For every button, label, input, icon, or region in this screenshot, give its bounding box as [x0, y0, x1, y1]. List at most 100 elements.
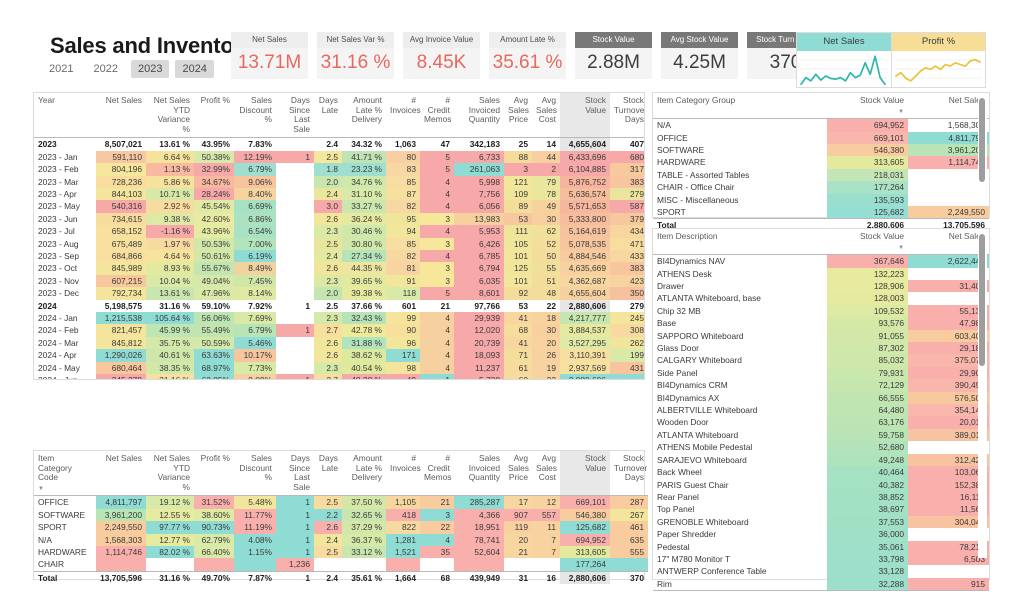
table-row[interactable]: SOFTWARE 3,961,200 12.55 % 38.60% 11.77% 1 2.2…: [34, 508, 648, 522]
table-row[interactable]: 2023 - Aug 675,489 1.97 % 50.53% 7.00% 2.5 30.…: [34, 237, 644, 251]
table-row[interactable]: 2023 - Jun 734,615 9.38 % 42.60% 6.86% 2.6 36.…: [34, 212, 644, 226]
table-row[interactable]: 2024 - Jun345,27931.16 %62.85%9.09%12.74…: [34, 374, 644, 379]
column-header[interactable]: Avg Sales Cost: [532, 451, 560, 496]
column-header[interactable]: # Invoices: [386, 451, 421, 496]
column-header[interactable]: Avg Sales Price: [504, 451, 532, 496]
table-row[interactable]: 2023 - Nov 607,215 10.04 % 49.04% 7.45% 2.3 39…: [34, 274, 644, 288]
column-header[interactable]: Days Since Last Sale: [276, 93, 314, 138]
table-row[interactable]: 2023 - Feb 804,196 1.13 % 32.99% 6.79% 1.8 23.…: [34, 163, 644, 176]
column-header[interactable]: Days Since Last Sale: [276, 451, 314, 496]
column-header[interactable]: Stock Value: [560, 451, 610, 496]
column-header[interactable]: Sales Invoiced Quantity: [454, 451, 504, 496]
column-header[interactable]: Stock Value ▼: [827, 229, 908, 255]
column-header[interactable]: Amount Late % Delivery: [342, 451, 386, 496]
list-item[interactable]: ATHENS Mobile Pedestal 52,680: [653, 441, 989, 454]
column-header[interactable]: Sales Discount%: [234, 451, 276, 496]
column-header[interactable]: Sales Invoiced Quantity: [454, 93, 504, 138]
table-row[interactable]: OFFICE 4,811,797 19.12 % 31.52% 5.48% 1 2.5 37.…: [34, 495, 648, 509]
column-header[interactable]: Item Description: [653, 229, 827, 255]
list-item[interactable]: CALGARY Whiteboard 85,032 375,079: [653, 354, 989, 367]
table-row[interactable]: 2023 8,507,021 13.61 % 43.95% 7.83% 2.4 34.32 …: [34, 137, 644, 151]
table-row[interactable]: 2023 - Apr 844,103 10.71 % 28.24% 8.40% 2.4 31…: [34, 188, 644, 201]
column-header[interactable]: Net Sales: [96, 93, 146, 138]
column-header[interactable]: Net Sales: [908, 93, 989, 119]
table-row[interactable]: CHAIR 1,236 177,264: [34, 558, 648, 572]
table-row[interactable]: 2023 - Mar 728,236 5.86 % 34.67% 9.06% 2.0 34.…: [34, 175, 644, 188]
list-item[interactable]: BI4Dynamics AX 66,555 576,501: [653, 391, 989, 405]
column-header[interactable]: Stock Value ▼: [827, 93, 908, 119]
year-filter-2022[interactable]: 2022: [86, 60, 124, 78]
table-row[interactable]: SPORT 2,249,550 97.77 % 90.73% 11.19% 1 2.6 37.…: [34, 521, 648, 534]
list-item[interactable]: ANTWERP Conference Table 33,128: [653, 565, 989, 578]
column-header[interactable]: Stock Value: [560, 93, 610, 138]
column-header[interactable]: Year: [34, 93, 96, 138]
list-item[interactable]: Drawer 128,906 31,400: [653, 280, 989, 293]
list-item[interactable]: BI4Dynamics CRM 72,129 390,493: [653, 379, 989, 392]
year-filter-2023[interactable]: 2023: [130, 60, 170, 78]
list-item[interactable]: MISC - Miscellaneous 135,593: [653, 193, 989, 207]
list-item[interactable]: SPORT 125,682 2,249,550: [653, 206, 989, 219]
column-header[interactable]: Days Late: [314, 451, 342, 496]
table-row[interactable]: 2024 - May 680,464 38.35 % 68.97% 7.73% 2.3 40…: [34, 361, 644, 375]
list-item[interactable]: Back Wheel 40,464 103,060: [653, 466, 989, 479]
table-row[interactable]: 2024 - Apr 1,290,026 40.61 % 63.63% 10.17% 2.…: [34, 349, 644, 362]
list-item[interactable]: Wooden Door 63,176 20,014: [653, 416, 989, 429]
category-group-scrollbar[interactable]: [978, 96, 987, 196]
list-item[interactable]: Pedestal 35,061 78,215: [653, 540, 989, 553]
column-header[interactable]: # Credit Memos: [420, 451, 454, 496]
column-header[interactable]: Net Sales YTD Variance %: [146, 451, 194, 496]
column-header[interactable]: Days Late: [314, 93, 342, 138]
column-header[interactable]: Stock Turnover Days: [610, 93, 644, 138]
column-header[interactable]: Net Sales: [96, 451, 146, 496]
list-item[interactable]: SAPPORO Whiteboard 91,055 603,401: [653, 329, 989, 343]
list-item[interactable]: ALBERTVILLE Whiteboard 64,480 354,145: [653, 404, 989, 417]
column-header[interactable]: # Invoices: [386, 93, 421, 138]
list-item[interactable]: ATLANTA Whiteboard 59,758 389,018: [653, 428, 989, 442]
list-item[interactable]: SARAJEVO Whiteboard 49,248 312,423: [653, 453, 989, 467]
table-row[interactable]: 2024 - Feb 821,457 45.99 % 55.49% 6.79% 1 2.7 4…: [34, 324, 644, 337]
list-item[interactable]: SOFTWARE 546,380 3,961,200: [653, 144, 989, 157]
list-item[interactable]: Base 93,576 47,985: [653, 317, 989, 330]
list-item[interactable]: BI4Dynamics NAV 367,646 2,622,445: [653, 254, 989, 268]
table-row[interactable]: 2023 - Sep 684,866 4.64 % 50.61% 6.19% 2.4 27.…: [34, 250, 644, 263]
list-item[interactable]: ATHENS Desk 132,223: [653, 267, 989, 280]
list-item[interactable]: Top Panel 38,697 11,566: [653, 503, 989, 516]
list-item[interactable]: Paper Shredder 36,000: [653, 528, 989, 541]
column-header[interactable]: Net Sales: [908, 229, 989, 255]
table-row[interactable]: 2024 - Jan 1,215,538 105.64 % 56.06% 7.69% 2.…: [34, 312, 644, 325]
year-slicer[interactable]: 2021 2022 2023 2024: [42, 60, 214, 78]
list-item[interactable]: OFFICE 669,101 4,811,797: [653, 131, 989, 144]
column-header[interactable]: Stock Turnover Days: [610, 451, 648, 496]
column-header[interactable]: Profit %: [194, 93, 234, 138]
column-header[interactable]: Avg Sales Cost: [532, 93, 560, 138]
table-row[interactable]: 2024 - Mar 845,812 35.75 % 50.59% 5.46% 2.6 31…: [34, 336, 644, 350]
column-header[interactable]: Item Category Code ▼: [34, 451, 96, 496]
list-item[interactable]: Glass Door 87,302 29,182: [653, 342, 989, 355]
year-filter-2024[interactable]: 2024: [175, 60, 214, 78]
list-item[interactable]: GRENOBLE Whiteboard 37,553 304,040: [653, 515, 989, 529]
table-row[interactable]: 2023 - Jul 658,152 -1.16 % 43.96% 6.54% 2.3 30…: [34, 225, 644, 238]
list-item[interactable]: Chip 32 MB 109,532 55,138: [653, 304, 989, 318]
column-header[interactable]: Sales Discount%: [234, 93, 276, 138]
list-item[interactable]: Rear Panel 38,852 16,117: [653, 490, 989, 504]
list-item[interactable]: HARDWARE 313,605 1,114,746: [653, 156, 989, 169]
list-item[interactable]: TABLE - Assorted Tables 218,031: [653, 168, 989, 182]
table-row[interactable]: 2023 - May 540,316 2.92 % 45.54% 6.69% 3.0 33.…: [34, 200, 644, 213]
table-row[interactable]: 2023 - Oct 845,989 8.93 % 55.67% 8.49% 2.6 44.…: [34, 262, 644, 275]
list-item[interactable]: N/A 694,952 1,568,303: [653, 118, 989, 132]
table-row[interactable]: HARDWARE 1,114,746 82.02 % 66.40% 1.15% 1 2.5 3…: [34, 546, 648, 559]
column-header[interactable]: Profit %: [194, 451, 234, 496]
list-item[interactable]: Rim 32,288 915: [653, 577, 989, 591]
column-header[interactable]: Avg Sales Price: [504, 93, 532, 138]
column-header[interactable]: Item Category Group: [653, 93, 827, 119]
table-row[interactable]: 2023 - Dec 792,734 13.61 % 47.96% 8.14% 2.0 39…: [34, 287, 644, 300]
item-description-scrollbar[interactable]: [978, 232, 987, 558]
list-item[interactable]: 17" M780 Monitor T 33,798 6,503: [653, 552, 989, 566]
column-header[interactable]: Amount Late % Delivery: [342, 93, 386, 138]
table-row[interactable]: 2024 5,198,575 31.16 % 59.10% 7.92% 1 2.5 37.66…: [34, 299, 644, 313]
column-header[interactable]: # Credit Memos: [420, 93, 454, 138]
column-header[interactable]: Net Sales YTD Variance %: [146, 93, 194, 138]
list-item[interactable]: PARIS Guest Chair 40,382 152,380: [653, 478, 989, 491]
list-item[interactable]: Side Panel 79,931 29,906: [653, 366, 989, 380]
year-filter-2021[interactable]: 2021: [42, 60, 80, 78]
